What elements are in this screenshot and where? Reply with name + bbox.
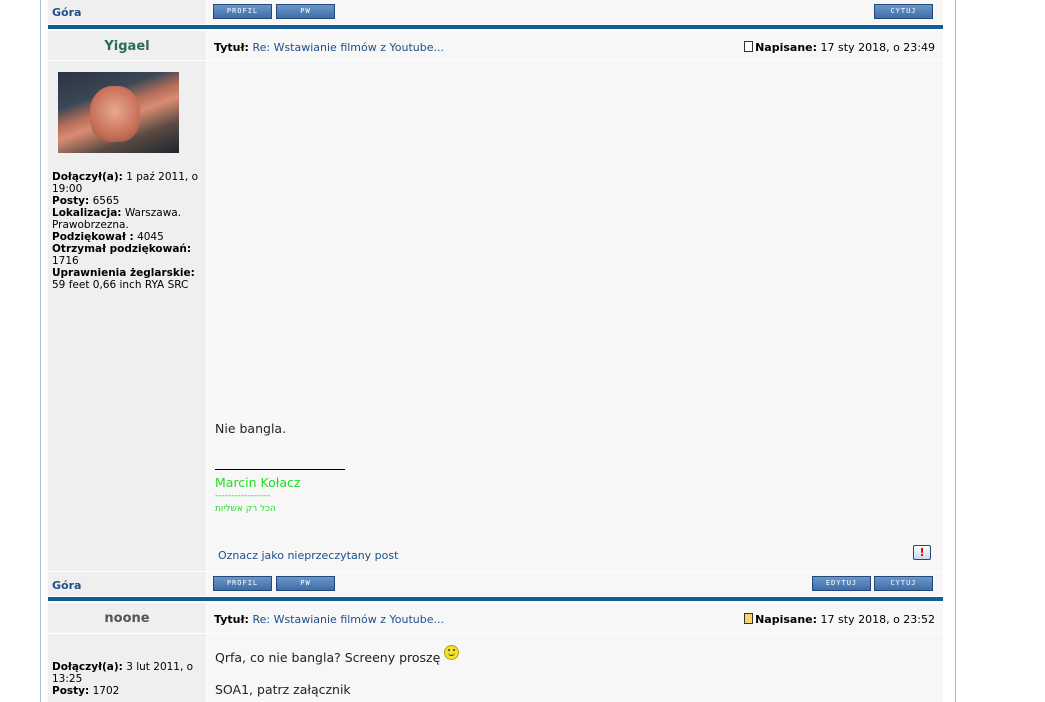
post-icon[interactable] (744, 613, 754, 624)
signature-name: Marcin Kołacz (215, 475, 301, 490)
post-yigael: Yigael Tytuł: Re: Wstawianie filmów z Yo… (48, 31, 943, 596)
post-body: Nie bangla. (215, 421, 287, 436)
back-to-top-link[interactable]: Góra (52, 6, 81, 19)
avatar (58, 72, 179, 153)
user-profile-info: Dołączył(a): 1 paź 2011, o 19:00 Posty: … (52, 171, 202, 291)
title-link[interactable]: Re: Wstawianie filmów z Youtube... (252, 613, 444, 626)
post-date: Napisane: 17 sty 2018, o 23:52 (744, 613, 935, 626)
profile-location: Lokalizacja: Warszawa. Prawobrzezna. (52, 207, 182, 231)
post-body: Qrfa, co nie bangla? Screeny proszę (215, 645, 460, 665)
pm-button[interactable]: PW (276, 576, 335, 591)
back-to-top-link[interactable]: Góra (52, 579, 81, 592)
profile-posts: Posty: 6565 (52, 195, 120, 207)
posted-value: 17 sty 2018, o 23:49 (820, 41, 935, 54)
post-date: Napisane: 17 sty 2018, o 23:49 (744, 41, 935, 54)
profile-sailing-qualifications: Uprawnienia żeglarskie: 59 feet 0,66 inc… (52, 267, 195, 291)
signature-divider (215, 469, 345, 470)
edit-button[interactable]: EDYTUJ (812, 576, 871, 591)
profile-joined: Dołączył(a): 3 lut 2011, o 13:25 (52, 661, 194, 685)
mark-unread-link[interactable]: Oznacz jako nieprzeczytany post (218, 549, 398, 562)
title-label: Tytuł: (214, 613, 249, 626)
post-author[interactable]: Yigael (48, 39, 206, 54)
quote-button[interactable]: CYTUJ (874, 576, 933, 591)
profile-joined: Dołączył(a): 1 paź 2011, o 19:00 (52, 171, 199, 195)
pm-button[interactable]: PW (276, 4, 335, 19)
profile-thanked: Podziękował : 4045 (52, 231, 164, 243)
posted-label: Napisane: (755, 41, 818, 54)
profile-button[interactable]: PROFIL (213, 576, 272, 591)
signature-hebrew: הכל רק אשליות (215, 504, 276, 514)
post-body-line: SOA1, patrz załącznik (215, 682, 351, 697)
post-noone: noone Tytuł: Re: Wstawianie filmów z You… (48, 603, 943, 702)
user-profile-info: Dołączył(a): 3 lut 2011, o 13:25 Posty: … (52, 661, 202, 697)
posted-label: Napisane: (755, 613, 818, 626)
post-separator (48, 25, 943, 29)
post-body-line: Qrfa, co nie bangla? Screeny proszę (215, 650, 441, 665)
post-icon[interactable] (744, 41, 754, 52)
title-link[interactable]: Re: Wstawianie filmów z Youtube... (252, 41, 444, 54)
post-title: Tytuł: Re: Wstawianie filmów z Youtube..… (214, 41, 444, 54)
post-separator (48, 597, 943, 601)
profile-button[interactable]: PROFIL (213, 4, 272, 19)
post-author[interactable]: noone (48, 611, 206, 626)
prev-post-footer: Góra PROFIL PW CYTUJ (48, 0, 943, 24)
posted-value: 17 sty 2018, o 23:52 (820, 613, 935, 626)
profile-posts: Posty: 1702 (52, 685, 120, 697)
profile-received-thanks: Otrzymał podziękowań: 1716 (52, 243, 192, 267)
signature-dashes: ----------------- (215, 491, 271, 501)
report-post-icon[interactable]: ! (913, 545, 931, 560)
quote-button[interactable]: CYTUJ (874, 4, 933, 19)
smiley-icon (444, 645, 460, 660)
post-title: Tytuł: Re: Wstawianie filmów z Youtube..… (214, 613, 444, 626)
title-label: Tytuł: (214, 41, 249, 54)
